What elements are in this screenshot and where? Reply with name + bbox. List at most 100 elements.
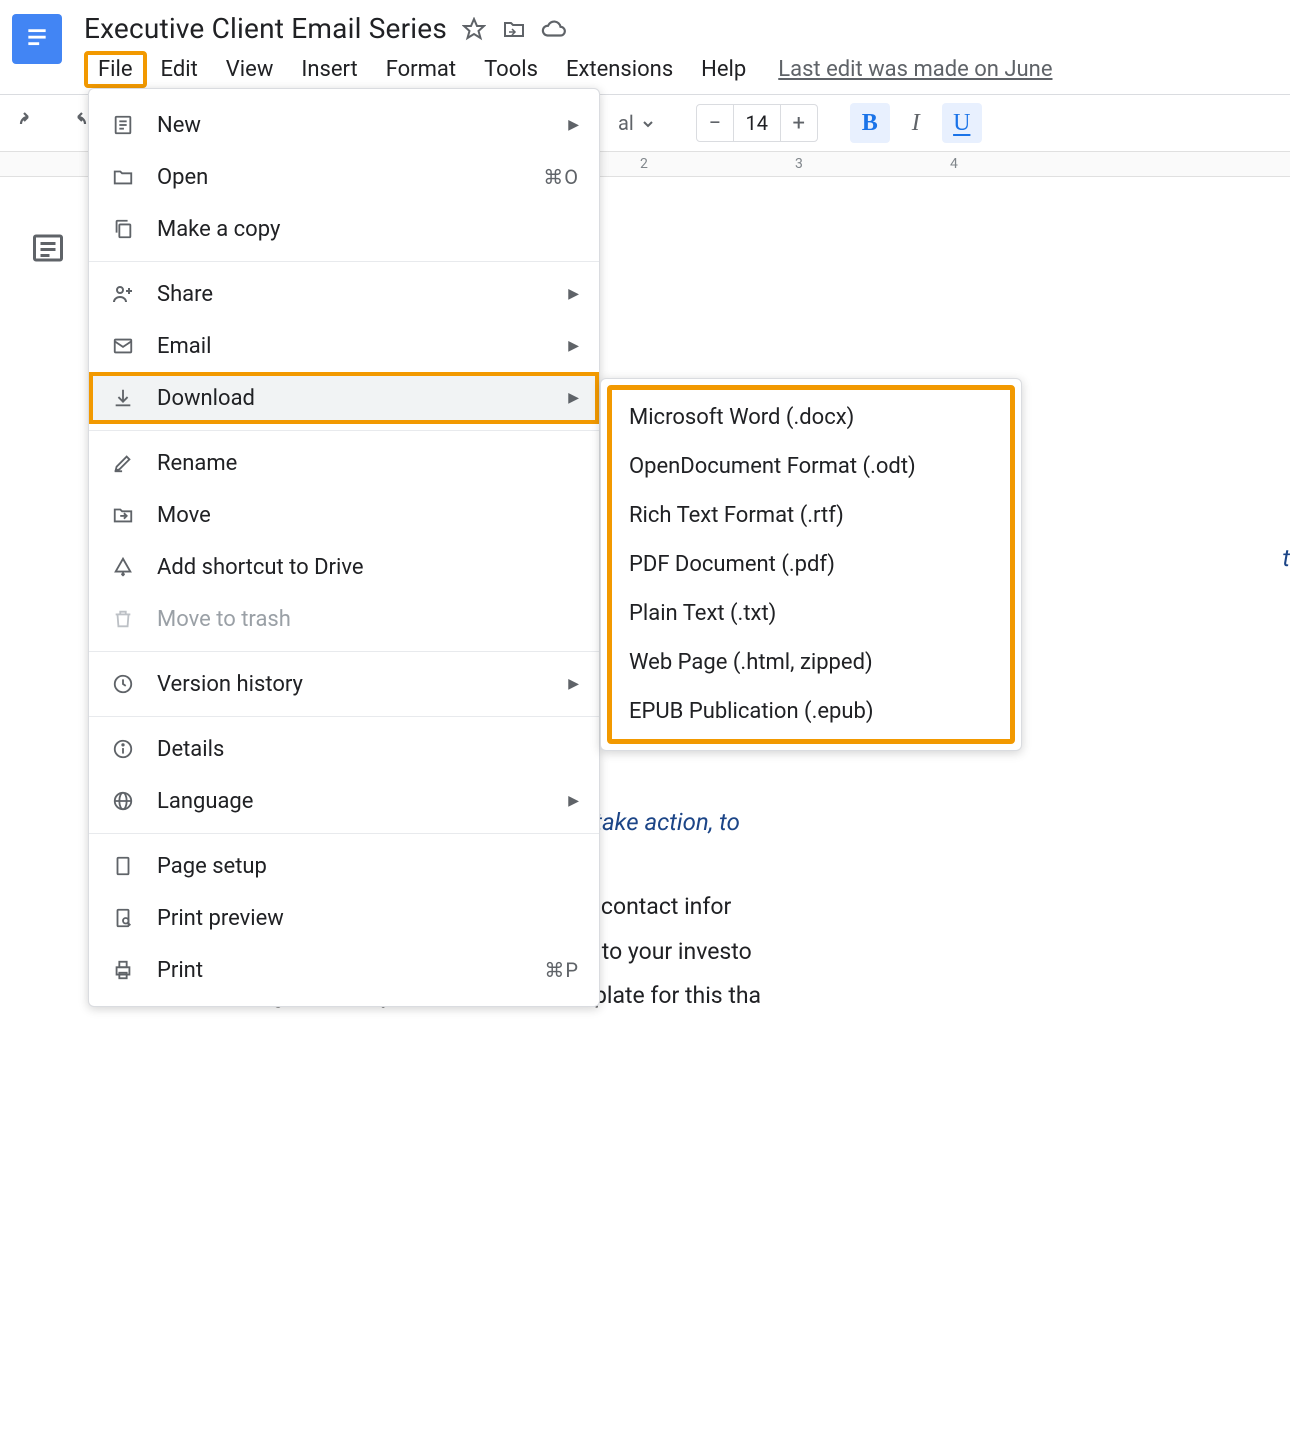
menu-rename-label: Rename xyxy=(157,451,579,476)
copy-icon xyxy=(109,215,137,243)
menu-open-label: Open xyxy=(157,165,523,190)
download-icon xyxy=(109,384,137,412)
submenu-arrow-icon: ▶ xyxy=(568,286,579,302)
menu-format[interactable]: Format xyxy=(372,51,470,88)
new-doc-icon xyxy=(109,111,137,139)
print-shortcut: ⌘P xyxy=(544,958,579,982)
download-epub[interactable]: EPUB Publication (.epub) xyxy=(601,687,1021,736)
font-size-value[interactable]: 14 xyxy=(733,105,781,141)
menu-file[interactable]: File xyxy=(84,51,147,88)
print-preview-icon xyxy=(109,904,137,932)
menu-separator xyxy=(89,261,599,262)
menu-print-label: Print xyxy=(157,958,524,983)
font-style-value: al xyxy=(618,111,634,135)
open-shortcut: ⌘O xyxy=(543,165,579,189)
download-pdf[interactable]: PDF Document (.pdf) xyxy=(601,540,1021,589)
menubar: File Edit View Insert Format Tools Exten… xyxy=(84,51,1290,88)
bold-button[interactable]: B xyxy=(850,103,890,143)
menu-page-setup[interactable]: Page setup xyxy=(89,840,599,892)
menu-print-preview-label: Print preview xyxy=(157,906,579,931)
ruler-tick-4: 4 xyxy=(950,156,958,172)
menu-language-label: Language xyxy=(157,789,548,814)
cloud-status-icon[interactable] xyxy=(541,16,567,42)
italic-button[interactable]: I xyxy=(896,103,936,143)
language-icon xyxy=(109,787,137,815)
print-icon xyxy=(109,956,137,984)
docs-logo[interactable] xyxy=(12,14,62,64)
title-row: Executive Client Email Series xyxy=(84,8,1290,45)
menu-extensions[interactable]: Extensions xyxy=(552,51,687,88)
menu-new[interactable]: New ▶ xyxy=(89,99,599,151)
menu-separator xyxy=(89,430,599,431)
menu-move-trash: Move to trash xyxy=(89,593,599,645)
submenu-arrow-icon: ▶ xyxy=(568,390,579,406)
menu-make-copy[interactable]: Make a copy xyxy=(89,203,599,255)
download-docx[interactable]: Microsoft Word (.docx) xyxy=(601,393,1021,442)
move-to-folder-icon[interactable] xyxy=(501,16,527,42)
menu-email[interactable]: Email ▶ xyxy=(89,320,599,372)
ruler-tick-3: 3 xyxy=(795,156,803,172)
menu-page-setup-label: Page setup xyxy=(157,854,579,879)
menu-details-label: Details xyxy=(157,737,579,762)
submenu-arrow-icon: ▶ xyxy=(568,117,579,133)
menu-share[interactable]: Share ▶ xyxy=(89,268,599,320)
menu-language[interactable]: Language ▶ xyxy=(89,775,599,827)
underline-button[interactable]: U xyxy=(942,103,982,143)
submenu-arrow-icon: ▶ xyxy=(568,793,579,809)
add-shortcut-icon xyxy=(109,553,137,581)
title-area: Executive Client Email Series File Edit … xyxy=(84,8,1290,88)
menu-open[interactable]: Open ⌘O xyxy=(89,151,599,203)
menu-download[interactable]: Download ▶ xyxy=(89,372,599,424)
menu-separator xyxy=(89,651,599,652)
submenu-arrow-icon: ▶ xyxy=(568,676,579,692)
font-size-decrease[interactable]: − xyxy=(697,105,733,141)
outline-toggle[interactable] xyxy=(30,230,70,270)
download-html[interactable]: Web Page (.html, zipped) xyxy=(601,638,1021,687)
font-size-control: − 14 + xyxy=(696,104,818,142)
menu-download-label: Download xyxy=(157,386,548,411)
undo-button[interactable] xyxy=(10,103,50,143)
download-submenu: Microsoft Word (.docx) OpenDocument Form… xyxy=(600,378,1022,751)
submenu-arrow-icon: ▶ xyxy=(568,338,579,354)
menu-move-label: Move xyxy=(157,503,579,528)
menu-add-shortcut[interactable]: Add shortcut to Drive xyxy=(89,541,599,593)
last-edit-link[interactable]: Last edit was made on June xyxy=(778,57,1052,82)
menu-details[interactable]: Details xyxy=(89,723,599,775)
docs-logo-icon xyxy=(24,21,50,57)
info-icon xyxy=(109,735,137,763)
menu-separator xyxy=(89,716,599,717)
menu-make-copy-label: Make a copy xyxy=(157,217,579,242)
font-style-dropdown[interactable]: al xyxy=(608,111,664,135)
menu-insert[interactable]: Insert xyxy=(287,51,371,88)
file-menu-dropdown: New ▶ Open ⌘O Make a copy Share ▶ Email … xyxy=(88,88,600,1007)
trash-icon xyxy=(109,605,137,633)
menu-print-preview[interactable]: Print preview xyxy=(89,892,599,944)
download-txt[interactable]: Plain Text (.txt) xyxy=(601,589,1021,638)
history-icon xyxy=(109,670,137,698)
header: Executive Client Email Series File Edit … xyxy=(0,0,1290,88)
document-title[interactable]: Executive Client Email Series xyxy=(84,12,447,45)
folder-open-icon xyxy=(109,163,137,191)
menu-rename[interactable]: Rename xyxy=(89,437,599,489)
menu-edit[interactable]: Edit xyxy=(147,51,212,88)
menu-move-trash-label: Move to trash xyxy=(157,607,579,632)
rename-icon xyxy=(109,449,137,477)
menu-tools[interactable]: Tools xyxy=(470,51,552,88)
ruler-tick-2: 2 xyxy=(640,156,648,172)
share-icon xyxy=(109,280,137,308)
menu-help[interactable]: Help xyxy=(687,51,760,88)
page-setup-icon xyxy=(109,852,137,880)
menu-separator xyxy=(89,833,599,834)
menu-email-label: Email xyxy=(157,334,548,359)
menu-version-history[interactable]: Version history ▶ xyxy=(89,658,599,710)
menu-version-history-label: Version history xyxy=(157,672,548,697)
menu-print[interactable]: Print ⌘P xyxy=(89,944,599,996)
menu-new-label: New xyxy=(157,113,548,138)
menu-share-label: Share xyxy=(157,282,548,307)
download-rtf[interactable]: Rich Text Format (.rtf) xyxy=(601,491,1021,540)
menu-move[interactable]: Move xyxy=(89,489,599,541)
font-size-increase[interactable]: + xyxy=(781,105,817,141)
star-icon[interactable] xyxy=(461,16,487,42)
download-odt[interactable]: OpenDocument Format (.odt) xyxy=(601,442,1021,491)
menu-view[interactable]: View xyxy=(212,51,288,88)
